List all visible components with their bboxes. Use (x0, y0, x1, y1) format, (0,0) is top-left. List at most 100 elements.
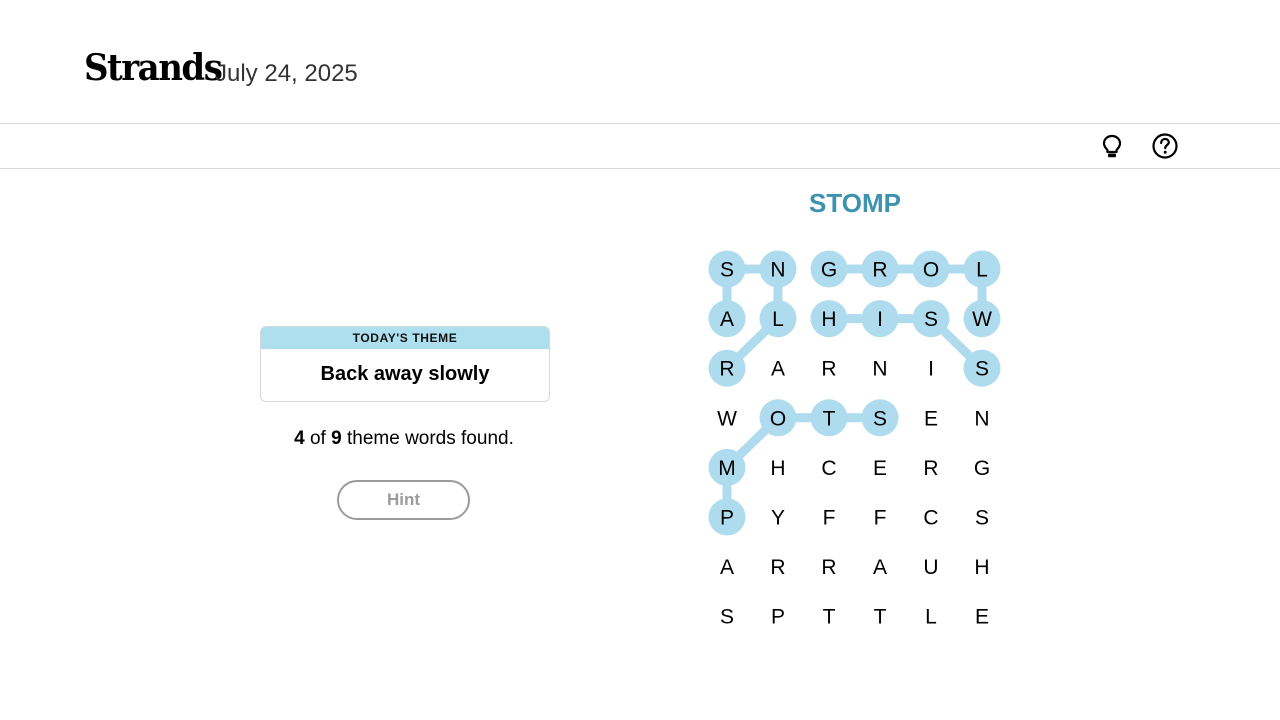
grid-letter[interactable]: I (877, 308, 883, 331)
letter-cell[interactable]: O (759, 399, 797, 437)
letter-cell[interactable]: H (964, 548, 1001, 585)
letter-cell[interactable]: A (760, 350, 797, 387)
grid-letter[interactable]: T (823, 407, 836, 430)
letter-cell[interactable]: A (709, 548, 746, 585)
letter-cell[interactable]: R (811, 350, 848, 387)
grid-letter[interactable]: T (874, 606, 887, 629)
letter-cell[interactable]: F (811, 499, 848, 536)
letter-cell[interactable]: R (861, 250, 899, 288)
grid-letter[interactable]: A (720, 556, 734, 579)
grid-letter[interactable]: Y (771, 507, 785, 530)
letter-cell[interactable]: U (913, 548, 950, 585)
grid-letter[interactable]: G (974, 457, 990, 480)
grid-letter[interactable]: C (821, 457, 836, 480)
grid-letter[interactable]: N (974, 407, 989, 430)
letter-cell[interactable]: H (760, 449, 797, 486)
letter-cell[interactable]: R (811, 548, 848, 585)
grid-letter[interactable]: W (972, 308, 992, 331)
letter-cell[interactable]: G (964, 449, 1001, 486)
letter-cell[interactable]: S (709, 598, 746, 635)
letter-cell[interactable]: H (810, 300, 848, 338)
grid-letter[interactable]: R (923, 457, 938, 480)
grid-letter[interactable]: T (823, 606, 836, 629)
letter-cell[interactable]: T (862, 598, 899, 635)
letter-cell[interactable]: L (913, 598, 950, 635)
letter-cell[interactable]: R (913, 449, 950, 486)
grid-letter[interactable]: E (873, 457, 887, 480)
letter-cell[interactable]: L (963, 250, 1001, 288)
grid-letter[interactable]: S (924, 308, 938, 331)
letter-cell[interactable]: O (912, 250, 950, 288)
toolbar-divider (0, 168, 1280, 169)
grid-letter[interactable]: A (771, 358, 785, 381)
grid-letter[interactable]: R (821, 358, 836, 381)
letter-cell[interactable]: S (964, 499, 1001, 536)
letter-cell[interactable]: T (810, 399, 848, 437)
grid-letter[interactable]: R (770, 556, 785, 579)
grid-letter[interactable]: O (770, 407, 786, 430)
grid-letter[interactable]: N (872, 358, 887, 381)
grid-letter[interactable]: S (975, 358, 989, 381)
grid-letter[interactable]: R (821, 556, 836, 579)
grid-letter[interactable]: H (974, 556, 989, 579)
letter-cell[interactable]: C (811, 449, 848, 486)
grid-letter[interactable]: N (770, 259, 785, 282)
grid-letter[interactable]: L (925, 606, 937, 629)
grid-letter[interactable]: O (923, 259, 939, 282)
letter-cell[interactable]: A (708, 300, 746, 338)
letter-cell[interactable]: R (708, 349, 746, 387)
letter-cell[interactable]: N (964, 399, 1001, 436)
letter-cell[interactable]: P (760, 598, 797, 635)
letter-cell[interactable]: T (811, 598, 848, 635)
grid-letter[interactable]: L (772, 308, 784, 331)
letter-cell[interactable]: A (862, 548, 899, 585)
letter-cell[interactable]: N (759, 250, 797, 288)
grid-letter[interactable]: A (873, 556, 887, 579)
letter-cell[interactable]: I (913, 350, 950, 387)
help-circle-icon[interactable] (1150, 131, 1180, 161)
grid-letter[interactable]: F (874, 507, 887, 530)
grid-letter[interactable]: P (720, 507, 734, 530)
letter-cell[interactable]: S (708, 250, 746, 288)
letter-cell[interactable]: E (913, 399, 950, 436)
letter-cell[interactable]: R (760, 548, 797, 585)
letter-cell[interactable]: N (862, 350, 899, 387)
letter-cell[interactable]: E (964, 598, 1001, 635)
grid-letter[interactable]: M (718, 457, 736, 480)
letter-cell[interactable]: I (861, 300, 899, 338)
letter-cell[interactable]: M (708, 448, 746, 486)
grid-letter[interactable]: G (821, 259, 837, 282)
hint-button[interactable]: Hint (337, 480, 470, 520)
grid-letter[interactable]: C (923, 507, 938, 530)
grid-letter[interactable]: S (720, 259, 734, 282)
letter-cell[interactable]: S (963, 349, 1001, 387)
letter-cell[interactable]: Y (760, 499, 797, 536)
grid-letter[interactable]: U (923, 556, 938, 579)
grid-letter[interactable]: P (771, 606, 785, 629)
letter-cell[interactable]: W (709, 399, 746, 436)
letter-cell[interactable]: F (862, 499, 899, 536)
letter-cell[interactable]: P (708, 498, 746, 536)
letter-cell[interactable]: C (913, 499, 950, 536)
letter-cell[interactable]: S (861, 399, 899, 437)
grid-letter[interactable]: E (924, 407, 938, 430)
grid-letter[interactable]: S (873, 407, 887, 430)
grid-letter[interactable]: W (717, 407, 737, 430)
letter-cell[interactable]: E (862, 449, 899, 486)
grid-letter[interactable]: F (823, 507, 836, 530)
grid-letter[interactable]: S (720, 606, 734, 629)
lightbulb-icon[interactable] (1097, 131, 1127, 161)
grid-letter[interactable]: R (719, 358, 734, 381)
grid-letter[interactable]: R (872, 259, 887, 282)
letter-cell[interactable]: W (963, 300, 1001, 338)
letter-cell[interactable]: S (912, 300, 950, 338)
letter-cell[interactable]: G (810, 250, 848, 288)
grid-letter[interactable]: I (928, 358, 934, 381)
grid-letter[interactable]: S (975, 507, 989, 530)
letter-cell[interactable]: L (759, 300, 797, 338)
grid-letter[interactable]: A (720, 308, 734, 331)
grid-letter[interactable]: H (770, 457, 785, 480)
grid-letter[interactable]: E (975, 606, 989, 629)
grid-letter[interactable]: L (976, 259, 988, 282)
grid-letter[interactable]: H (821, 308, 836, 331)
